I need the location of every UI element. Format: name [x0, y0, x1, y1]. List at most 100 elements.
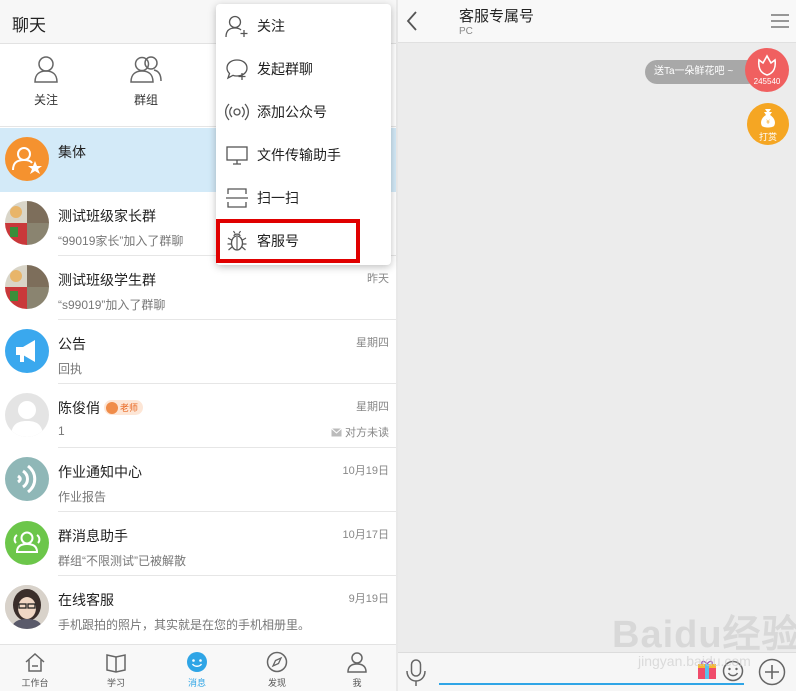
menu-item-label: 发起群聊 [257, 61, 313, 77]
send-flower-button[interactable]: 245540 [745, 48, 789, 92]
conversation-name: 测试班级家长群 [58, 208, 156, 224]
tab-workbench[interactable]: 工作台 [5, 651, 65, 689]
book-icon [106, 654, 126, 673]
scan-icon [226, 188, 248, 208]
conversation-time: 10月17日 [342, 529, 389, 541]
menu-item-add-public-account[interactable]: 添加公众号 [216, 90, 391, 133]
conversation-row-teacher[interactable]: 陈俊俏 老师 1 星期四 对方未读 [0, 384, 396, 448]
read-status-text: 对方未读 [345, 427, 389, 439]
tab-messages[interactable]: 消息 [167, 651, 227, 689]
money-bag-icon: ¥ [761, 109, 775, 128]
tab-label: 发现 [267, 678, 286, 688]
group-star-icon [12, 147, 42, 174]
conversation-name: 陈俊俏 老师 [58, 398, 144, 418]
reward-button[interactable]: ¥ 打赏 [747, 103, 789, 145]
conversation-row-group-assistant[interactable]: 群消息助手 群组“不限测试”已被解散 10月17日 [0, 512, 396, 576]
photo-avatar [5, 585, 49, 629]
chat-subtitle: PC [459, 26, 473, 37]
quick-follow-label: 关注 [33, 93, 58, 107]
quick-group-label: 群组 [133, 93, 158, 107]
group-photo-collage [5, 265, 49, 309]
conversation-row-homework-center[interactable]: 作业通知中心 作业报告 10月19日 [0, 448, 396, 512]
baidu-watermark: Baidu经验 [612, 614, 796, 656]
menu-item-start-group-chat[interactable]: 发起群聊 [216, 47, 391, 90]
monitor-icon [226, 146, 248, 165]
tab-label: 消息 [187, 678, 206, 688]
chat-bubble-icon [226, 59, 248, 80]
baidu-watermark-url: jingyan.baidu.com [638, 653, 751, 669]
back-chevron-icon[interactable] [404, 9, 420, 33]
conversation-preview: “99019家长”加入了群聊 [58, 234, 184, 248]
conversation-time: 10月19日 [342, 465, 389, 477]
conversation-name: 集体 [58, 144, 86, 160]
microphone-icon[interactable] [404, 658, 428, 688]
menu-item-file-transfer[interactable]: 文件传输助手 [216, 133, 391, 176]
tab-me[interactable]: 我 [327, 651, 387, 689]
conversation-time: 9月19日 [348, 593, 389, 605]
flower-count: 245540 [753, 77, 781, 86]
tab-label: 我 [352, 678, 362, 688]
plus-icon[interactable] [758, 658, 786, 686]
avatar [5, 329, 49, 373]
default-avatar-icon [11, 401, 43, 437]
chat-header: 客服专属号 PC [398, 0, 796, 43]
conversation-row-online-service[interactable]: 在线客服 手机跟拍的照片，其实就是在您的手机相册里。 9月19日 [0, 576, 396, 640]
menu-item-follow[interactable]: 关注 [216, 4, 391, 47]
read-status: 对方未读 [331, 424, 389, 440]
conversation-name: 在线客服 [58, 592, 114, 608]
chat-panel: 客服专属号 PC 送Ta一朵鲜花吧 ~ 245540 ¥ 打赏 [398, 0, 796, 691]
conversation-row-announcement[interactable]: 公告 回执 星期四 [0, 320, 396, 384]
signal-wave-icon [17, 464, 37, 494]
follow-icon [225, 15, 248, 38]
group-icon [130, 56, 162, 83]
message-input[interactable] [439, 683, 744, 685]
gift-prompt-bubble[interactable]: 送Ta一朵鲜花吧 ~ [645, 60, 760, 84]
conversation-name: 公告 [58, 336, 86, 352]
user-icon [347, 652, 367, 673]
menu-icon[interactable] [770, 13, 790, 29]
menu-item-scan[interactable]: 扫一扫 [216, 176, 391, 219]
conversation-name: 作业通知中心 [58, 464, 142, 480]
chat-title: 客服专属号 [459, 8, 535, 25]
teacher-badge-label: 老师 [120, 403, 139, 413]
tab-label: 工作台 [21, 678, 49, 688]
conversation-preview: 群组“不限测试”已被解散 [58, 554, 186, 568]
bottom-tab-bar: 工作台 学习 消息 发现 我 [0, 644, 396, 691]
person-icon [34, 56, 58, 83]
teacher-badge-icon [106, 402, 118, 414]
contact-name: 陈俊俏 [58, 400, 100, 416]
conversation-time: 星期四 [356, 401, 389, 413]
teacher-badge: 老师 [104, 400, 144, 415]
reward-label: 打赏 [758, 132, 777, 142]
conversation-preview: 1 [58, 424, 65, 438]
tab-study[interactable]: 学习 [86, 651, 146, 689]
conversation-preview: 手机跟拍的照片，其实就是在您的手机相册里。 [58, 618, 311, 632]
menu-item-label: 文件传输助手 [257, 147, 341, 163]
highlight-frame [216, 219, 360, 263]
group-icon [13, 531, 41, 553]
conversation-name: 群消息助手 [58, 528, 128, 544]
conversation-name: 测试班级学生群 [58, 272, 156, 288]
avatar [5, 393, 49, 437]
avatar [5, 521, 49, 565]
conversation-preview: 回执 [58, 362, 83, 376]
megaphone-icon [16, 340, 35, 362]
conversation-preview: “s99019”加入了群聊 [58, 298, 166, 312]
tab-discover[interactable]: 发现 [247, 651, 307, 689]
broadcast-icon [225, 103, 249, 121]
tab-label: 学习 [106, 678, 125, 688]
avatar [5, 265, 49, 309]
avatar [5, 457, 49, 501]
avatar [5, 137, 49, 181]
compass-icon [266, 651, 288, 673]
quick-group-button[interactable]: 群组 [111, 55, 181, 108]
conversation-time: 星期四 [356, 337, 389, 349]
conversation-row-students-group[interactable]: 测试班级学生群 “s99019”加入了群聊 昨天 [0, 256, 396, 320]
message-icon [187, 652, 207, 672]
flower-icon [757, 54, 777, 76]
page-title: 聊天 [12, 16, 46, 35]
home-icon [25, 652, 45, 672]
envelope-icon [331, 428, 342, 437]
currency-symbol: ¥ [766, 119, 770, 126]
quick-follow-button[interactable]: 关注 [11, 55, 81, 108]
